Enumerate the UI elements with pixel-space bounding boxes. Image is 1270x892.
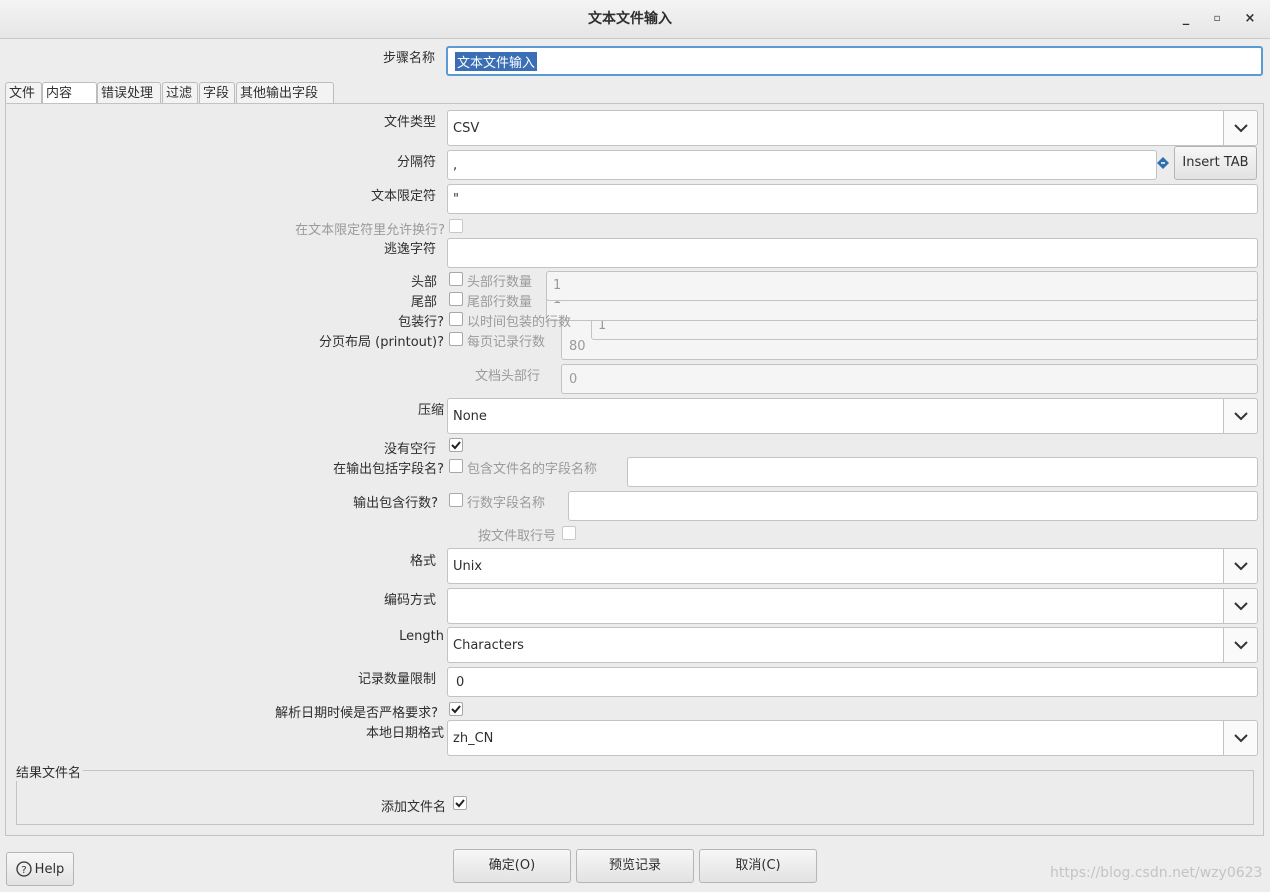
checkmark-icon (451, 705, 461, 714)
rownum-by-file-checkbox[interactable] (562, 526, 576, 540)
include-filename-checkbox[interactable] (449, 459, 463, 473)
paging-checkbox[interactable] (449, 332, 463, 346)
header-lines-input[interactable]: 1 (546, 271, 1258, 301)
doc-header-value: 0 (569, 371, 578, 387)
break-in-enclosure-label: 在文本限定符里允许换行? (295, 223, 445, 238)
enclosure-value: " (453, 191, 459, 207)
doc-header-label: 文档头部行 (474, 369, 540, 384)
date-lenient-label: 解析日期时候是否严格要求? (275, 706, 438, 721)
svg-text:?: ? (21, 865, 26, 876)
checkmark-icon (455, 799, 465, 808)
tab-filter[interactable]: 过滤 (162, 82, 198, 103)
include-rownum-checkbox[interactable] (449, 493, 463, 507)
enclosure-label: 文本限定符 (370, 189, 436, 204)
limit-value: 0 (456, 674, 465, 690)
window-title: 文本文件输入 (588, 11, 672, 27)
compression-select[interactable]: None (447, 398, 1258, 434)
chevron-down-icon (1223, 399, 1257, 433)
filename-field-input[interactable] (627, 457, 1258, 487)
compression-value: None (453, 408, 487, 424)
length-label: Length (399, 629, 444, 644)
checkmark-icon (451, 441, 461, 450)
locale-label: 本地日期格式 (365, 726, 444, 741)
filename-field-label: 包含文件名的字段名称 (467, 462, 598, 477)
tab-content[interactable]: 内容 (42, 82, 97, 104)
chevron-down-icon (1223, 111, 1257, 145)
no-empty-rows-checkbox[interactable] (449, 438, 463, 452)
file-type-value: CSV (453, 120, 480, 136)
add-filename-label: 添加文件名 (380, 800, 446, 815)
footer-lines-label: 尾部行数量 (467, 295, 533, 310)
date-lenient-checkbox[interactable] (449, 702, 463, 716)
tab-other-output-fields[interactable]: 其他输出字段 (236, 82, 334, 103)
step-name-value: 文本文件输入 (455, 51, 538, 71)
encoding-label: 编码方式 (383, 593, 436, 608)
wrap-lines-label: 以时间包装的行数 (467, 315, 572, 330)
minimize-button[interactable]: _ (1177, 10, 1195, 28)
help-button[interactable]: ? Help (6, 852, 74, 886)
file-type-select[interactable]: CSV (447, 110, 1258, 146)
step-name-input[interactable]: 文本文件输入 (446, 46, 1263, 76)
watermark: https://blog.csdn.net/wzy0623 (1050, 865, 1263, 881)
rownum-field-label: 行数字段名称 (467, 496, 546, 511)
include-filename-label: 在输出包括字段名? (333, 462, 444, 477)
paging-lines-value: 80 (569, 339, 586, 354)
no-empty-rows-label: 没有空行 (383, 442, 436, 457)
separator-label: 分隔符 (396, 155, 436, 170)
rownum-by-file-label: 按文件取行号 (477, 529, 556, 544)
format-select[interactable]: Unix (447, 548, 1258, 584)
tab-fields[interactable]: 字段 (199, 82, 235, 103)
variable-diamond-icon[interactable] (1156, 156, 1170, 170)
wrap-checkbox[interactable] (449, 312, 463, 326)
format-value: Unix (453, 558, 483, 574)
escape-input[interactable] (447, 238, 1258, 268)
footer-label: 尾部 (410, 295, 437, 310)
include-rownum-label: 输出包含行数? (353, 496, 438, 511)
format-label: 格式 (409, 554, 436, 569)
enclosure-input[interactable]: " (447, 184, 1258, 214)
footer-checkbox[interactable] (449, 292, 463, 306)
preview-button[interactable]: 预览记录 (576, 849, 694, 883)
result-file-group (16, 770, 1254, 825)
header-lines-value: 1 (553, 278, 562, 293)
escape-label: 逃逸字符 (383, 242, 436, 257)
paging-lines-label: 每页记录行数 (467, 335, 546, 350)
compression-label: 压缩 (417, 403, 444, 418)
chevron-down-icon (1223, 589, 1257, 623)
doc-header-input[interactable]: 0 (561, 364, 1258, 394)
break-in-enclosure-checkbox[interactable] (449, 219, 463, 233)
separator-input[interactable]: , (447, 150, 1157, 180)
limit-label: 记录数量限制 (357, 672, 436, 687)
rownum-field-input[interactable] (568, 491, 1258, 521)
step-name-label: 步骤名称 (382, 51, 435, 66)
locale-select[interactable]: zh_CN (447, 720, 1258, 756)
result-file-group-title: 结果文件名 (14, 762, 84, 781)
header-lines-label: 头部行数量 (467, 275, 533, 290)
maximize-button[interactable]: ▫ (1208, 10, 1226, 28)
locale-value: zh_CN (453, 730, 494, 746)
header-checkbox[interactable] (449, 272, 463, 286)
length-value: Characters (453, 637, 524, 653)
tab-file[interactable]: 文件 (5, 82, 42, 103)
add-filename-checkbox[interactable] (453, 796, 467, 810)
length-select[interactable]: Characters (447, 627, 1258, 663)
wrap-label: 包装行? (398, 315, 444, 330)
insert-tab-button[interactable]: Insert TAB (1174, 146, 1257, 180)
paging-label: 分页布局 (printout)? (318, 335, 444, 350)
separator-value: , (453, 157, 458, 173)
help-circle-icon: ? (16, 861, 32, 877)
chevron-down-icon (1223, 549, 1257, 583)
file-type-label: 文件类型 (383, 115, 436, 130)
cancel-button[interactable]: 取消(C) (699, 849, 817, 883)
ok-button[interactable]: 确定(O) (453, 849, 571, 883)
chevron-down-icon (1223, 628, 1257, 662)
limit-input[interactable]: 0 (447, 667, 1258, 697)
chevron-down-icon (1223, 721, 1257, 755)
header-label: 头部 (410, 275, 437, 290)
help-label: Help (34, 861, 65, 877)
tab-error-handling[interactable]: 错误处理 (97, 82, 161, 103)
encoding-select[interactable] (447, 588, 1258, 624)
close-button[interactable]: × (1241, 10, 1259, 28)
